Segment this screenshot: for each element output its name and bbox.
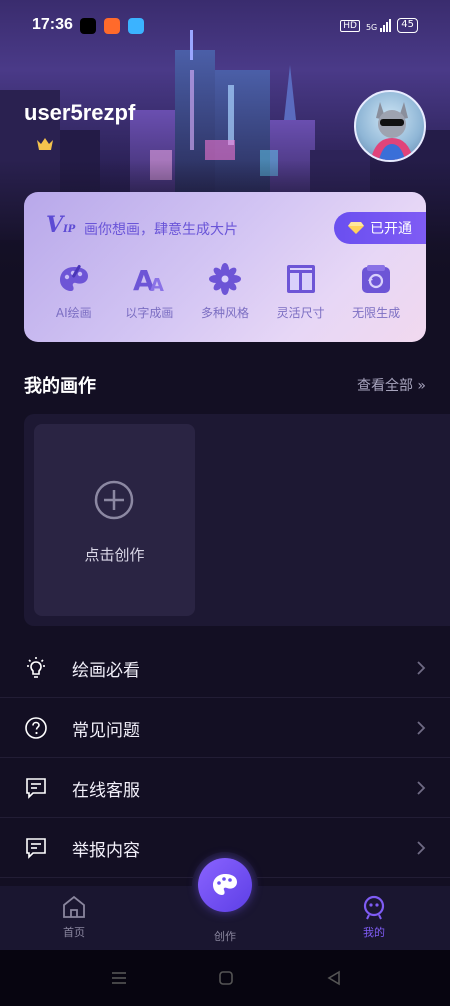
home-square-icon[interactable]	[218, 970, 234, 986]
feature-label: 多种风格	[200, 306, 249, 320]
browser-icon	[128, 18, 144, 34]
hd-icon: HD	[340, 19, 360, 32]
nav-home[interactable]: 首页	[44, 894, 104, 940]
svg-text:A: A	[150, 275, 164, 296]
menu-label: 在线客服	[72, 781, 140, 801]
settings-menu: 绘画必看 常见问题 在线客服 举报内容	[0, 638, 450, 878]
nav-create-label: 创作	[214, 930, 236, 943]
palette-icon	[213, 874, 237, 895]
lightbulb-icon	[27, 657, 45, 678]
status-bar: 17:36 HD 5G 45	[0, 14, 450, 40]
system-nav-bar	[0, 950, 450, 1006]
double-chevron-icon: »	[412, 378, 426, 394]
nav-home-label: 首页	[63, 926, 85, 939]
username: user5rezpf	[24, 100, 136, 125]
tiktok-icon	[80, 18, 96, 34]
vip-logo: VIP	[46, 212, 75, 238]
status-right: HD 5G 45	[340, 18, 418, 33]
chevron-right-icon	[417, 841, 426, 855]
menu-lines-icon[interactable]	[110, 970, 128, 986]
home-icon	[63, 895, 85, 918]
vip-logo-letter: V	[46, 212, 64, 238]
feature-label: 无限生成	[352, 306, 401, 320]
works-title: 我的画作	[24, 376, 96, 397]
menu-label: 常见问题	[72, 721, 140, 741]
text-aa-icon: A A	[133, 264, 164, 296]
create-fab-button[interactable]	[198, 858, 252, 912]
feature-text-to-image[interactable]: A A 以字成画	[113, 262, 185, 321]
chevron-right-icon	[417, 661, 426, 675]
crown-icon	[37, 138, 53, 150]
flower-icon	[208, 263, 241, 295]
chat-icon	[26, 778, 46, 799]
feature-label: 以字成画	[125, 306, 174, 320]
vip-features: AI绘画 A A 以字成画 多种风格 灵活尺寸 无限生成	[24, 262, 426, 321]
battery-icon: 45	[397, 18, 418, 33]
network-label: 5G	[365, 23, 378, 32]
status-time: 17:36	[32, 16, 73, 33]
feature-unlimited[interactable]: 无限生成	[340, 262, 412, 321]
app-notification-icon	[104, 18, 120, 34]
menu-item-drawing-guide[interactable]: 绘画必看	[0, 638, 450, 698]
chevron-right-icon	[417, 721, 426, 735]
menu-label: 绘画必看	[72, 661, 140, 681]
plus-circle-icon	[94, 480, 134, 520]
chevron-right-icon	[417, 781, 426, 795]
feature-flexible-size[interactable]: 灵活尺寸	[265, 262, 337, 321]
diamond-icon	[348, 222, 364, 234]
feature-label: AI绘画	[55, 306, 92, 320]
report-icon	[26, 838, 46, 859]
infinite-icon	[362, 265, 391, 293]
menu-item-faq[interactable]: 常见问题	[0, 698, 450, 758]
nav-mine[interactable]: 我的	[344, 894, 404, 940]
feature-label: 灵活尺寸	[276, 306, 325, 320]
vip-logo-small: IP	[63, 224, 76, 235]
palette-icon	[59, 264, 88, 291]
create-label: 点击创作	[84, 546, 145, 564]
layout-icon	[286, 265, 315, 293]
menu-item-support[interactable]: 在线客服	[0, 758, 450, 818]
menu-label: 举报内容	[72, 841, 140, 861]
nav-mine-label: 我的	[363, 926, 385, 939]
view-all-label: 查看全部	[356, 378, 413, 394]
feature-styles[interactable]: 多种风格	[189, 262, 261, 321]
create-card[interactable]: 点击创作	[34, 424, 195, 616]
avatar[interactable]	[354, 90, 426, 162]
signal-icon: 5G	[365, 19, 392, 32]
question-circle-icon	[25, 717, 47, 739]
back-triangle-icon[interactable]	[326, 970, 342, 986]
vip-slogan: 画你想画，肆意生成大片	[84, 222, 238, 238]
vip-status-label: 已开通	[370, 221, 412, 237]
vip-card[interactable]: VIP 画你想画，肆意生成大片 已开通 AI绘画 A A 以字成画 多种风格 灵…	[24, 192, 426, 342]
feature-ai-painting[interactable]: AI绘画	[38, 262, 110, 321]
robot-profile-icon	[363, 895, 385, 920]
view-all-link[interactable]: 查看全部 »	[357, 375, 426, 395]
vip-status-button[interactable]: 已开通	[334, 212, 426, 244]
